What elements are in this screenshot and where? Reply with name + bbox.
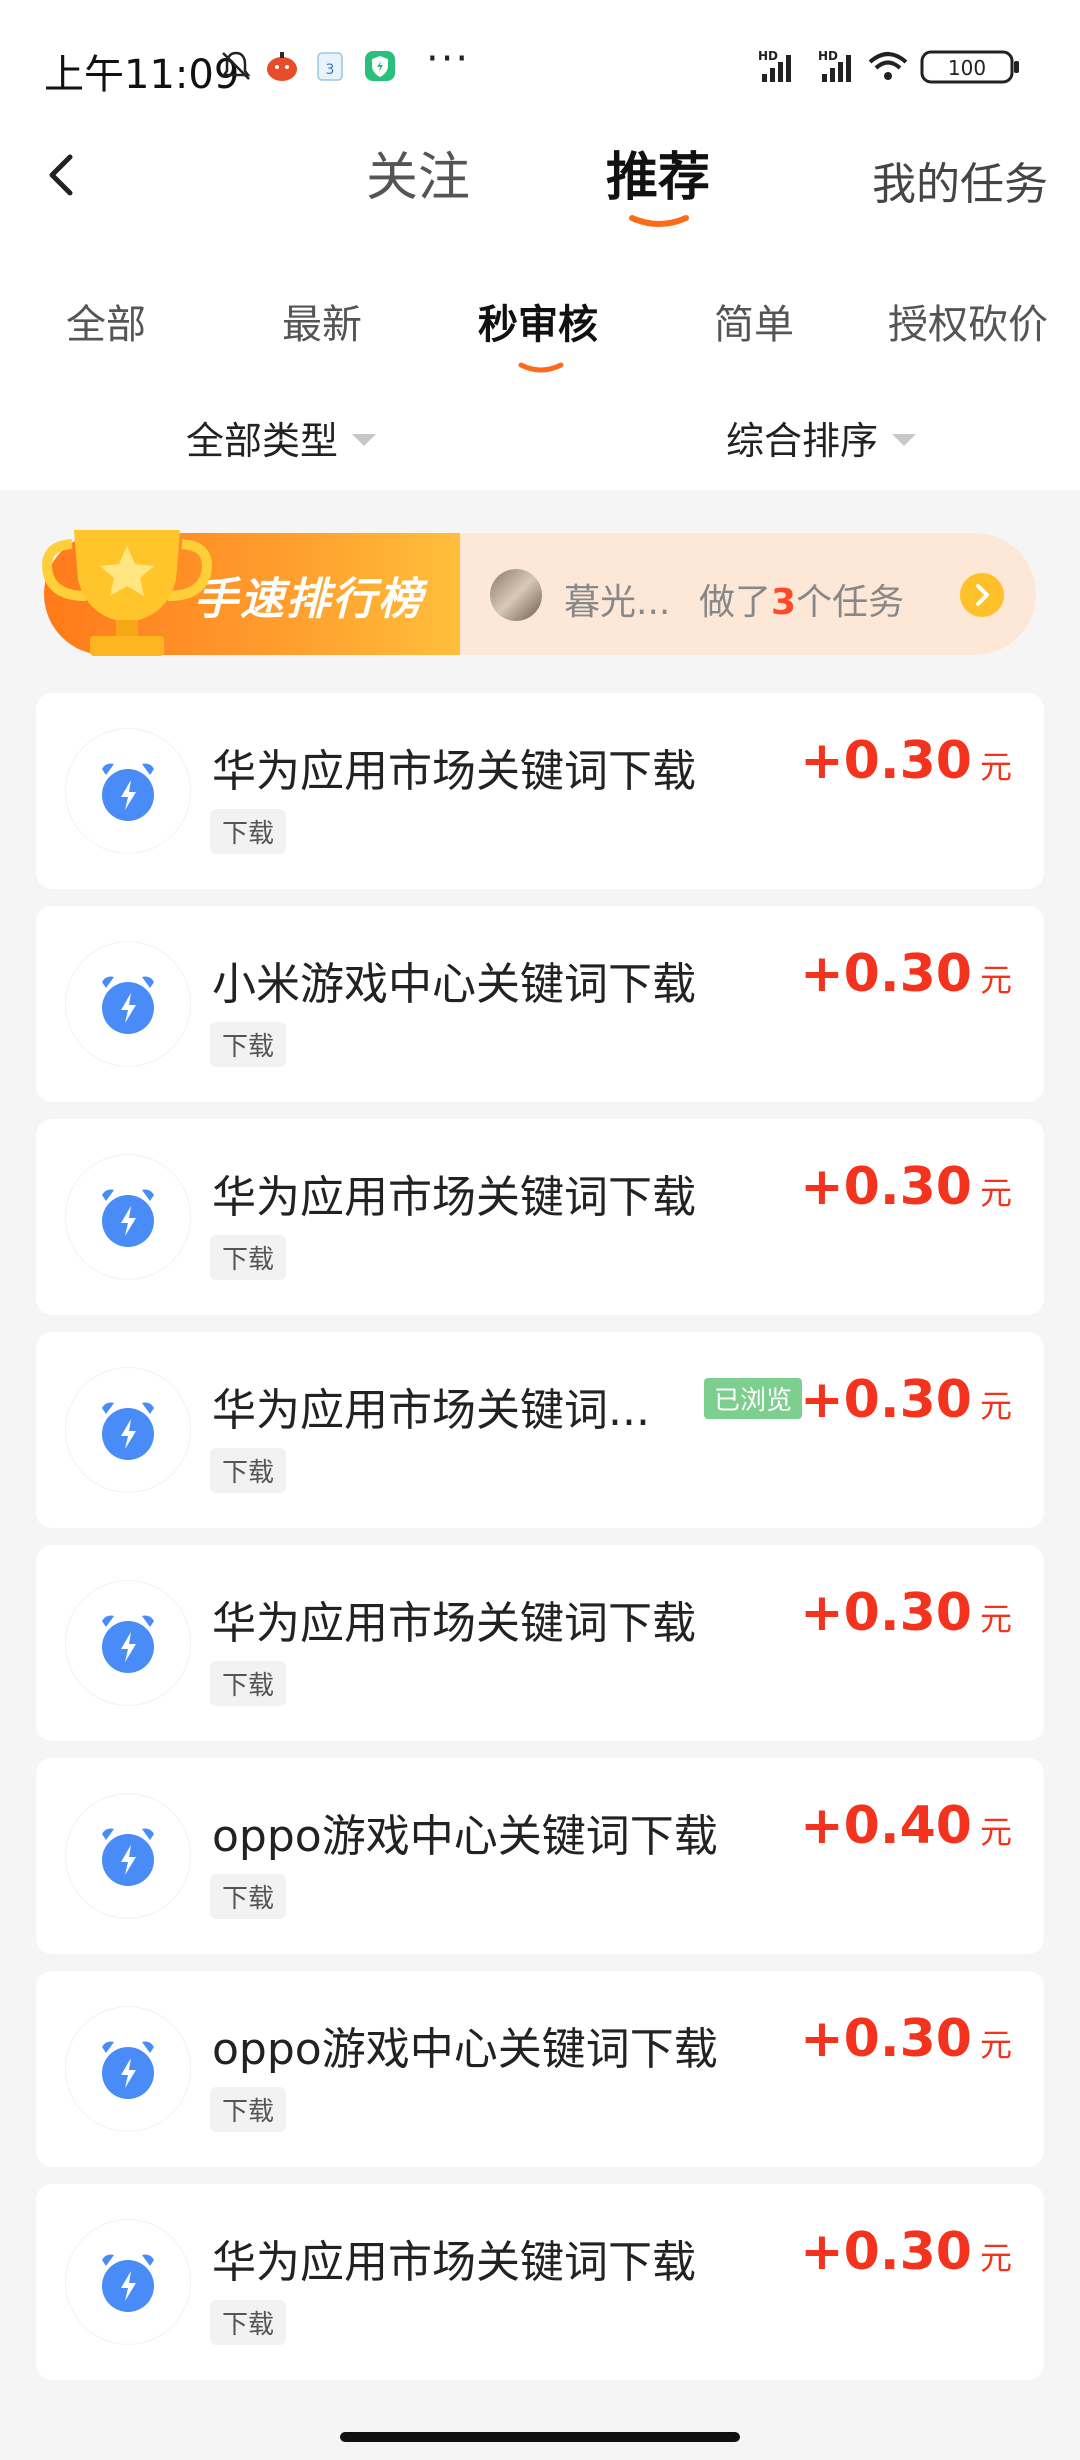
tab-follow[interactable]: 关注 <box>366 135 470 210</box>
alarm-clock-icon <box>66 1368 190 1492</box>
alarm-clock-icon <box>66 2220 190 2344</box>
signal-hd-label: HD <box>758 49 778 63</box>
tab-recommend[interactable]: 推荐 <box>606 135 710 210</box>
reward-unit: 元 <box>979 1600 1012 1638</box>
reward-unit: 元 <box>979 961 1012 999</box>
task-reward: +0.30 元 <box>800 2009 1012 2069</box>
reward-amount: +0.30 <box>800 1157 972 1217</box>
reward-amount: +0.30 <box>800 731 972 791</box>
task-card[interactable]: 华为应用市场关键词下载下载 +0.30 元 <box>36 1545 1044 1741</box>
status-bar: 上午11:09 3 ··· HD HD 100 <box>0 0 1080 130</box>
task-card[interactable]: 小米游戏中心关键词下载下载 +0.30 元 <box>36 906 1044 1102</box>
task-reward: +0.30 元 <box>800 731 1012 791</box>
avatar <box>490 569 542 621</box>
reward-amount: +0.30 <box>800 2009 972 2069</box>
task-card[interactable]: 华为应用市场关键词下载下载 +0.30 元 <box>36 2184 1044 2380</box>
alarm-clock-icon <box>66 942 190 1066</box>
task-tag: 下载 <box>210 1661 287 1706</box>
status-time: 上午11:09 <box>44 52 240 98</box>
chevron-right-icon[interactable] <box>960 573 1004 617</box>
did-suffix: 个任务 <box>796 582 905 623</box>
task-tag: 下载 <box>210 2087 287 2132</box>
task-reward: +0.30 元 <box>800 1583 1012 1643</box>
security-shield-icon <box>365 51 395 81</box>
task-card[interactable]: oppo游戏中心关键词下载下载 +0.30 元 <box>36 1971 1044 2167</box>
task-name: 华为应用市场关键词下载 <box>212 1172 696 1223</box>
task-card[interactable]: 华为应用市场关键词... 下载 已浏览 +0.30 元 <box>36 1332 1044 1528</box>
task-tag: 下载 <box>210 1448 287 1493</box>
task-name: 华为应用市场关键词下载 <box>212 746 696 797</box>
mute-bell-icon <box>221 51 251 80</box>
task-name: 华为应用市场关键词下载 <box>212 2237 696 2288</box>
did-count: 3 <box>771 582 797 623</box>
type-filter-dropdown[interactable]: 全部类型 <box>186 410 377 465</box>
task-reward: +0.40 元 <box>800 1796 1012 1856</box>
trophy-icon <box>42 530 212 656</box>
active-subtab-indicator <box>518 362 564 373</box>
task-reward: +0.30 元 <box>800 2222 1012 2282</box>
task-name: 华为应用市场关键词... <box>212 1385 650 1436</box>
leaderboard-task-count: 做了3个任务 <box>699 573 904 625</box>
reward-amount: +0.40 <box>800 1796 972 1856</box>
reward-amount: +0.30 <box>800 1370 972 1430</box>
task-reward: +0.30 元 <box>800 1157 1012 1217</box>
task-card[interactable]: 华为应用市场关键词下载下载 +0.30 元 <box>36 693 1044 889</box>
subtab-authorized-bargain[interactable]: 授权砍价 <box>888 292 1048 350</box>
status-right-icons: HD HD 100 <box>758 49 1019 84</box>
sort-filter-dropdown[interactable]: 综合排序 <box>726 410 917 465</box>
alarm-clock-icon <box>66 1581 190 1705</box>
subtab-fast-review[interactable]: 秒审核 <box>478 292 598 350</box>
chevron-down-icon <box>352 433 377 446</box>
type-filter-label: 全部类型 <box>186 419 339 463</box>
leaderboard-title: 手速排行榜 <box>194 574 424 625</box>
reward-unit: 元 <box>979 748 1012 786</box>
signal-hd-label-2: HD <box>818 49 838 63</box>
reward-amount: +0.30 <box>800 2222 972 2282</box>
reward-unit: 元 <box>979 2026 1012 2064</box>
task-tag: 下载 <box>210 1235 287 1280</box>
did-prefix: 做了 <box>699 582 772 623</box>
task-name: oppo游戏中心关键词下载 <box>212 1811 718 1862</box>
back-arrow-icon[interactable] <box>40 145 80 205</box>
task-card[interactable]: oppo游戏中心关键词下载下载 +0.40 元 <box>36 1758 1044 1954</box>
alarm-clock-icon <box>66 2007 190 2131</box>
reward-unit: 元 <box>979 1174 1012 1212</box>
task-reward: +0.30 元 <box>800 1370 1012 1430</box>
task-tag: 下载 <box>210 809 287 854</box>
task-tag: 下载 <box>210 1022 287 1067</box>
reward-amount: +0.30 <box>800 944 972 1004</box>
home-indicator[interactable] <box>340 2432 740 2442</box>
task-card[interactable]: 华为应用市场关键词下载下载 +0.30 元 <box>36 1119 1044 1315</box>
subtab-latest[interactable]: 最新 <box>282 292 362 350</box>
alarm-clock-icon <box>66 1155 190 1279</box>
more-notifications-icon: ··· <box>426 36 471 82</box>
top-section: 上午11:09 3 ··· HD HD 100 关注 推荐 我的任务 全部 最新… <box>0 0 1080 490</box>
active-tab-indicator <box>629 215 689 227</box>
reward-unit: 元 <box>979 1813 1012 1851</box>
task-tag: 下载 <box>210 1874 287 1919</box>
subtab-all[interactable]: 全部 <box>66 292 146 350</box>
leaderboard-user-name: 暮光... <box>564 582 671 623</box>
reward-unit: 元 <box>979 2239 1012 2277</box>
svg-text:3: 3 <box>326 62 335 78</box>
viewed-badge: 已浏览 <box>704 1378 803 1419</box>
battery-level: 100 <box>948 56 986 80</box>
task-reward: +0.30 元 <box>800 944 1012 1004</box>
sort-filter-label: 综合排序 <box>726 419 879 463</box>
app-notification-icon <box>267 52 297 81</box>
alarm-clock-icon <box>66 1794 190 1918</box>
task-name: oppo游戏中心关键词下载 <box>212 2024 718 2075</box>
alarm-clock-icon <box>66 729 190 853</box>
calendar-notification-icon: 3 <box>317 52 343 81</box>
reward-amount: +0.30 <box>800 1583 972 1643</box>
task-tag: 下载 <box>210 2300 287 2345</box>
my-tasks-link[interactable]: 我的任务 <box>872 148 1048 212</box>
task-name: 华为应用市场关键词下载 <box>212 1598 696 1649</box>
subtab-simple[interactable]: 简单 <box>714 292 794 350</box>
task-name: 小米游戏中心关键词下载 <box>212 959 696 1010</box>
chevron-down-icon <box>892 433 917 446</box>
reward-unit: 元 <box>979 1387 1012 1425</box>
